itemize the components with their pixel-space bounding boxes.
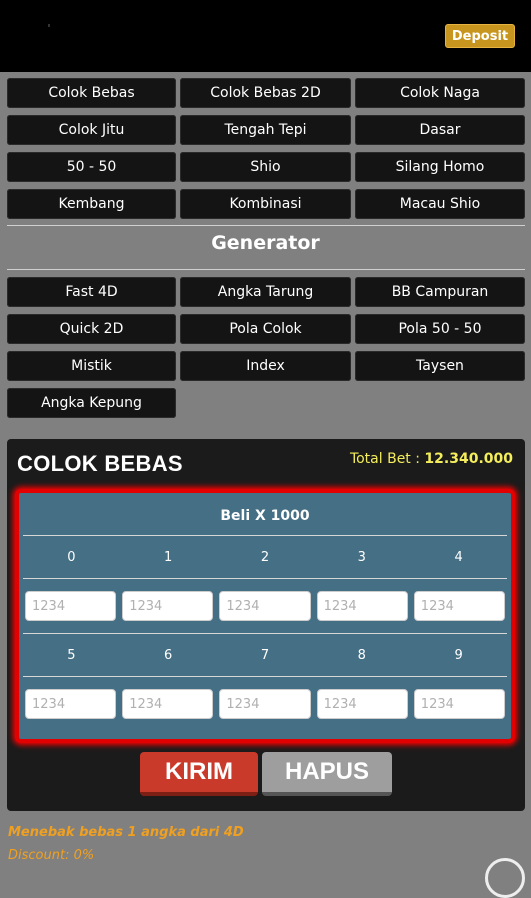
menu-item-colok-bebas-2d[interactable]: Colok Bebas 2D <box>180 78 351 108</box>
digit-label: 3 <box>357 549 366 565</box>
bet-input-0[interactable] <box>25 591 117 621</box>
menu-item-kembang[interactable]: Kembang <box>7 189 176 219</box>
digit-label: 1 <box>164 549 173 565</box>
divider <box>7 225 525 226</box>
generator-item-pola-colok[interactable]: Pola Colok <box>180 314 351 344</box>
menu-item-colok-naga[interactable]: Colok Naga <box>355 78 525 108</box>
total-bet: Total Bet : 12.340.000 <box>350 451 513 467</box>
clear-button[interactable]: HAPUS <box>262 752 392 796</box>
generator-item-mistik[interactable]: Mistik <box>7 351 176 381</box>
digit-row-2: 5 6 7 8 9 <box>23 634 507 677</box>
generator-item-taysen[interactable]: Taysen <box>355 351 525 381</box>
menu-item-shio[interactable]: Shio <box>180 152 351 182</box>
bet-input-1[interactable] <box>122 591 214 621</box>
digit-label: 9 <box>454 647 463 663</box>
digit-label: 5 <box>67 647 76 663</box>
bet-input-6[interactable] <box>122 689 214 719</box>
digit-label: 7 <box>260 647 270 663</box>
digit-label: 2 <box>260 549 270 565</box>
digit-row-1: 0 1 2 3 4 <box>23 536 507 579</box>
discount-text: Discount: 0% <box>8 848 95 863</box>
digit-label: 4 <box>454 549 463 565</box>
menu-item-macau-shio[interactable]: Macau Shio <box>355 189 525 219</box>
digit-label: 6 <box>164 647 173 663</box>
bet-panel: COLOK BEBAS Total Bet : 12.340.000 Beli … <box>7 439 525 811</box>
deposit-button[interactable]: Deposit <box>445 24 515 48</box>
generator-item-angka-kepung[interactable]: Angka Kepung <box>7 388 176 418</box>
digit-label: 0 <box>67 549 76 565</box>
menu-item-colok-jitu[interactable]: Colok Jitu <box>7 115 176 145</box>
generator-item-pola-50-50[interactable]: Pola 50 - 50 <box>355 314 525 344</box>
bet-input-7[interactable] <box>219 689 311 719</box>
menu-item-dasar[interactable]: Dasar <box>355 115 525 145</box>
generator-item-index[interactable]: Index <box>180 351 351 381</box>
generator-item-fast-4d[interactable]: Fast 4D <box>7 277 176 307</box>
generator-title: Generator <box>211 232 320 254</box>
menu-item-tengah-tepi[interactable]: Tengah Tepi <box>180 115 351 145</box>
total-bet-value: 12.340.000 <box>424 451 513 467</box>
top-bar: Deposit <box>0 0 531 72</box>
menu-item-colok-bebas[interactable]: Colok Bebas <box>7 78 176 108</box>
submit-button[interactable]: KIRIM <box>140 752 258 796</box>
logo-placeholder <box>48 24 50 27</box>
bet-form: Beli X 1000 0 1 2 3 4 5 6 7 8 9 <box>15 489 515 743</box>
bet-input-4[interactable] <box>413 591 505 621</box>
bet-input-3[interactable] <box>316 591 408 621</box>
divider <box>7 269 525 270</box>
menu-item-50-50[interactable]: 50 - 50 <box>7 152 176 182</box>
digit-label: 8 <box>357 647 366 663</box>
bet-input-5[interactable] <box>25 689 117 719</box>
bet-input-9[interactable] <box>413 689 505 719</box>
bet-input-2[interactable] <box>219 591 311 621</box>
bet-input-row-2 <box>23 677 507 731</box>
bet-table-header: Beli X 1000 <box>23 497 507 536</box>
menu-item-silang-homo[interactable]: Silang Homo <box>355 152 525 182</box>
bet-description: Menebak bebas 1 angka dari 4D <box>8 825 244 840</box>
chat-icon[interactable] <box>485 858 525 898</box>
bet-input-8[interactable] <box>316 689 408 719</box>
menu-item-kombinasi[interactable]: Kombinasi <box>180 189 351 219</box>
bet-type-menu: Colok Bebas Colok Bebas 2D Colok Naga Co… <box>7 78 525 219</box>
generator-item-angka-tarung[interactable]: Angka Tarung <box>180 277 351 307</box>
panel-title: COLOK BEBAS <box>17 451 183 476</box>
generator-menu: Fast 4D Angka Tarung BB Campuran Quick 2… <box>7 277 525 418</box>
bet-input-row-1 <box>23 579 507 634</box>
generator-item-quick-2d[interactable]: Quick 2D <box>7 314 176 344</box>
total-bet-label: Total Bet : <box>349 451 420 467</box>
generator-item-bb-campuran[interactable]: BB Campuran <box>355 277 525 307</box>
